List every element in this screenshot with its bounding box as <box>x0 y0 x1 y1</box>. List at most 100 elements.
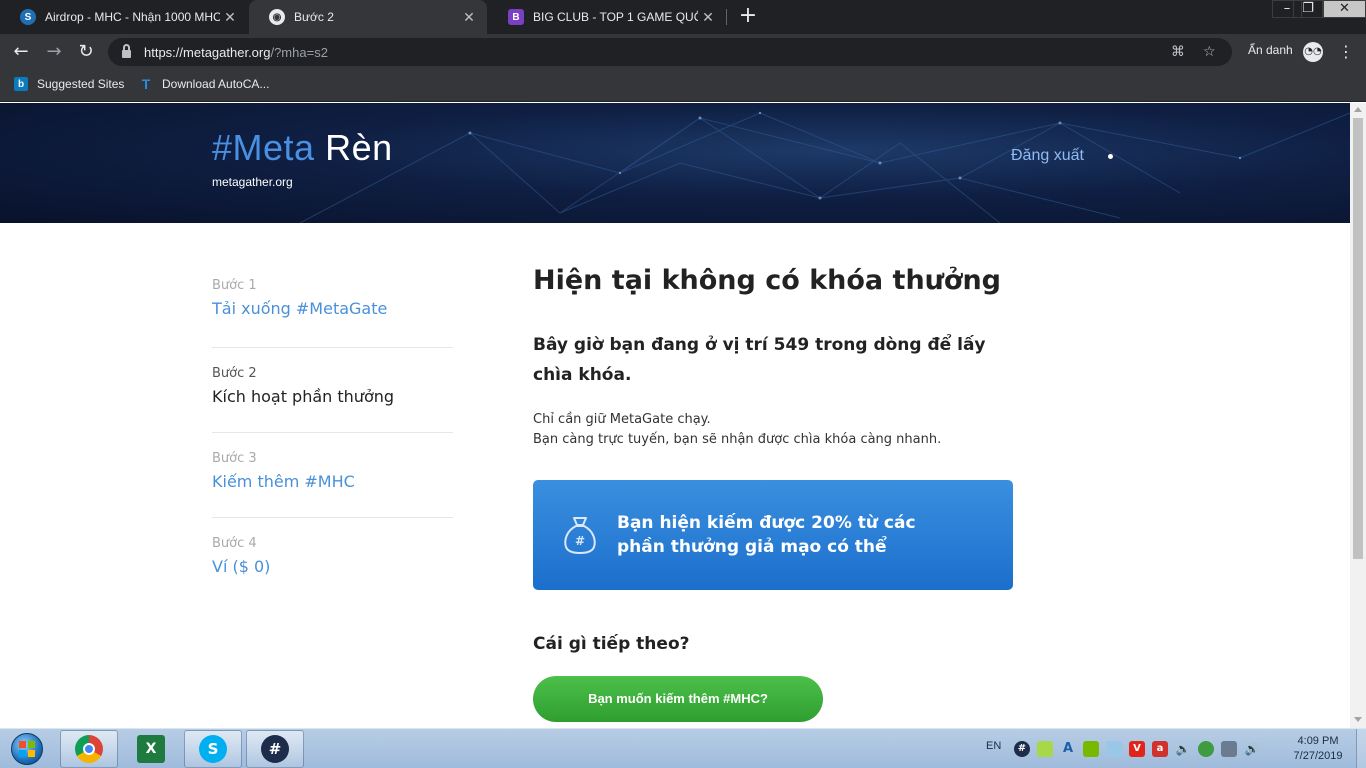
windows-taskbar: X S # EN # A V a 🔈 🔊 4:09 PM 7/27/2019 <box>0 728 1366 768</box>
step-label: Bước 1 <box>212 278 257 293</box>
site-title[interactable]: #Meta Rèn <box>212 127 393 169</box>
taskbar-skype[interactable]: S <box>184 730 242 768</box>
tab-step2[interactable]: ◉ Bước 2 ✕ <box>249 0 487 34</box>
reload-icon[interactable]: ↻ <box>74 40 98 64</box>
excel-icon: X <box>137 735 165 763</box>
airdrop-favicon-icon: S <box>20 9 36 25</box>
system-tray: # A V a 🔈 🔊 <box>1014 741 1260 757</box>
globe-icon: ◉ <box>269 9 285 25</box>
antivirus-icon[interactable]: V <box>1129 741 1145 757</box>
step-4[interactable]: Bước 4 Ví ($ 0) <box>212 518 453 603</box>
windows-logo-icon <box>11 733 43 765</box>
web-page: #Meta Rèn metagather.org Đăng xuất Bước … <box>0 103 1350 728</box>
tab-separator <box>726 9 727 25</box>
logout-link[interactable]: Đăng xuất <box>1011 147 1084 165</box>
incognito-icon[interactable]: ◔◔ <box>1303 42 1323 62</box>
step-3[interactable]: Bước 3 Kiếm thêm #MHC <box>212 433 453 518</box>
scroll-down-icon[interactable] <box>1354 717 1362 722</box>
step-link[interactable]: Kiếm thêm #MHC <box>212 472 453 491</box>
bonus-text: Bạn hiện kiếm được 20% từ các phần thưởn… <box>617 513 916 558</box>
system-clock[interactable]: 4:09 PM 7/27/2019 <box>1283 734 1353 764</box>
bonus-banner: # Bạn hiện kiếm được 20% từ các phần thư… <box>533 480 1013 591</box>
bigclub-favicon-icon: B <box>508 9 524 25</box>
bookmark-star-icon[interactable]: ☆ <box>1203 44 1216 60</box>
incognito-label: Ẩn danh <box>1248 43 1293 57</box>
step-link[interactable]: Tải xuống #MetaGate <box>212 299 453 318</box>
metagate-hash-icon: # <box>261 735 289 763</box>
bookmark-autocad[interactable]: T Download AutoCA... <box>139 76 270 92</box>
autocad-tray-icon[interactable]: A <box>1060 741 1076 757</box>
taskbar-metagate[interactable]: # <box>246 730 304 768</box>
scroll-thumb[interactable] <box>1353 118 1363 559</box>
bookmark-label: Download AutoCA... <box>162 77 270 91</box>
instructions: Chỉ cần giữ MetaGate chạy. Bạn càng trực… <box>533 410 1013 450</box>
nav-dot <box>1108 154 1113 159</box>
show-desktop-button[interactable] <box>1356 729 1366 768</box>
network-background <box>299 111 1350 223</box>
url-path: /?mha=s2 <box>270 44 328 60</box>
main-content: Hiện tại không có khóa thưởng Bây giờ bạ… <box>533 263 1013 723</box>
tab-title: BIG CLUB - TOP 1 GAME QUỐC TẾ <box>533 10 698 24</box>
forward-arrow-icon[interactable]: → <box>42 40 66 64</box>
taskbar-excel[interactable]: X <box>122 730 180 768</box>
skype-icon: S <box>199 735 227 763</box>
tab-airdrop[interactable]: S Airdrop - MHC - Nhận 1000 MHC ✕ <box>0 0 248 34</box>
pen-tray-icon[interactable] <box>1106 741 1122 757</box>
address-bar[interactable]: https://metagather.org/?mha=s2 ⌘ ☆ <box>108 38 1232 66</box>
instruction-line: Bạn càng trực tuyến, bạn sẽ nhận được ch… <box>533 432 942 448</box>
clock-time: 4:09 PM <box>1297 735 1339 747</box>
pdf-tray-icon[interactable]: a <box>1152 741 1168 757</box>
autocad-icon: T <box>141 76 151 92</box>
close-tab-icon[interactable]: ✕ <box>220 9 240 26</box>
note-tray-icon[interactable] <box>1037 741 1053 757</box>
bookmark-suggested-sites[interactable]: b Suggested Sites <box>14 77 124 91</box>
url-host: https://metagather.org <box>144 44 271 60</box>
tab-title: Airdrop - MHC - Nhận 1000 MHC <box>45 10 220 24</box>
nvidia-icon[interactable] <box>1083 741 1099 757</box>
bing-icon: b <box>14 77 28 91</box>
next-heading: Cái gì tiếp theo? <box>533 634 690 655</box>
clock-date: 7/27/2019 <box>1293 750 1343 762</box>
restore-button[interactable]: ❐ <box>1293 0 1323 18</box>
instruction-line: Chỉ cần giữ MetaGate chạy. <box>533 412 711 428</box>
network-globe-icon[interactable] <box>1198 741 1214 757</box>
hero-banner: #Meta Rèn metagather.org Đăng xuất <box>0 103 1350 223</box>
close-window-button[interactable]: ✕ <box>1323 0 1366 18</box>
translate-icon[interactable]: ⌘ <box>1171 44 1185 60</box>
steps-sidebar: Bước 1 Tải xuống #MetaGate Bước 2 Kích h… <box>212 263 453 603</box>
step-label: Bước 4 <box>212 536 257 551</box>
lock-icon <box>122 44 131 58</box>
devices-icon[interactable] <box>1221 741 1237 757</box>
language-indicator[interactable]: EN <box>986 740 1001 752</box>
step-1[interactable]: Bước 1 Tải xuống #MetaGate <box>212 263 453 348</box>
earn-more-button[interactable]: Bạn muốn kiếm thêm #MHC? <box>533 676 823 723</box>
step-2: Bước 2 Kích hoạt phần thưởng <box>212 348 453 433</box>
metagate-tray-icon[interactable]: # <box>1014 741 1030 757</box>
page-scrollbar[interactable] <box>1350 103 1366 728</box>
tab-title: Bước 2 <box>294 10 334 24</box>
step-label: Bước 2 <box>212 366 257 381</box>
svg-text:#: # <box>575 534 585 548</box>
site-subtitle: metagather.org <box>212 175 293 189</box>
step-current-title: Kích hoạt phần thưởng <box>212 387 395 406</box>
start-button[interactable] <box>4 731 50 767</box>
bookmark-label: Suggested Sites <box>37 77 125 91</box>
step-label: Bước 3 <box>212 451 257 466</box>
back-arrow-icon[interactable]: ← <box>9 40 33 64</box>
tab-strip: S Airdrop - MHC - Nhận 1000 MHC ✕ ◉ Bước… <box>0 0 1366 34</box>
menu-icon[interactable]: ⋮ <box>1338 42 1354 62</box>
new-tab-button[interactable]: + <box>736 5 760 29</box>
money-bag-icon: # <box>564 517 596 555</box>
scroll-up-icon[interactable] <box>1354 107 1362 112</box>
volume-red-icon[interactable]: 🔈 <box>1175 741 1191 757</box>
browser-toolbar: ← → ↻ https://metagather.org/?mha=s2 ⌘ ☆… <box>0 34 1366 70</box>
tab-bigclub[interactable]: B BIG CLUB - TOP 1 GAME QUỐC TẾ ✕ <box>488 0 726 34</box>
queue-position-text: Bây giờ bạn đang ở vị trí 549 trong dòng… <box>533 335 986 386</box>
chrome-icon <box>75 735 103 763</box>
close-tab-icon[interactable]: ✕ <box>698 9 718 26</box>
close-tab-icon[interactable]: ✕ <box>459 9 479 26</box>
bookmarks-bar: b Suggested Sites T Download AutoCA... <box>0 70 1366 102</box>
step-link[interactable]: Ví ($ 0) <box>212 557 453 576</box>
taskbar-chrome[interactable] <box>60 730 118 768</box>
speaker-icon[interactable]: 🔊 <box>1244 741 1260 757</box>
